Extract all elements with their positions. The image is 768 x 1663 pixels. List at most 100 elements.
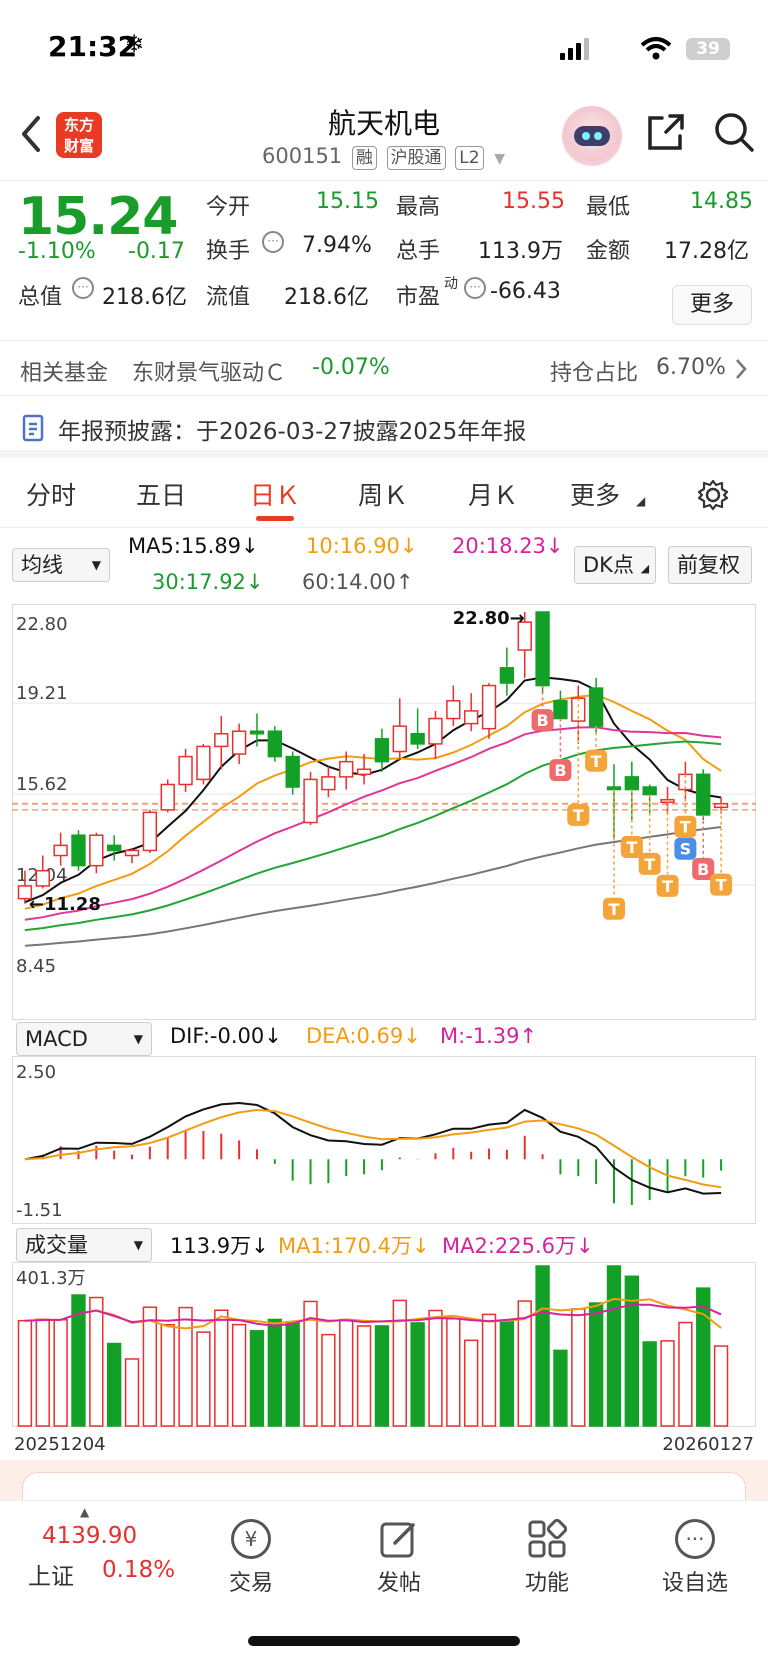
search-icon[interactable] <box>712 110 756 154</box>
signal-icon <box>560 38 589 60</box>
stock-code-row: 600151 融 沪股通 L2 ▼ <box>262 144 505 170</box>
volume-bar <box>142 1306 158 1427</box>
candle-body <box>463 710 479 725</box>
open-label: 今开 <box>206 195 251 220</box>
x-end-label: 20260127 <box>662 1434 754 1455</box>
grid-icon <box>528 1519 567 1558</box>
holding-label: 持仓占比 <box>550 361 639 386</box>
candle-body <box>356 768 372 776</box>
caret-down-icon[interactable]: ▼ <box>494 151 505 167</box>
candle-body <box>267 730 283 758</box>
gear-icon[interactable] <box>696 478 730 512</box>
signal-label: T <box>626 838 637 857</box>
volume-bar <box>196 1331 211 1427</box>
notice-row[interactable]: 年报预披露：于2026-03-27披露2025年年报 <box>0 396 768 458</box>
candle-body <box>321 776 336 791</box>
candle-body <box>53 844 68 857</box>
volume-bar <box>89 1296 104 1427</box>
vol-value: 113.9万↓ <box>170 1234 269 1258</box>
volume-select[interactable]: 成交量 ▼ <box>16 1228 152 1262</box>
related-fund-row[interactable]: 相关基金 东财景气驱动Ｃ -0.07% 持仓占比 6.70% <box>0 340 768 396</box>
signal-label: T <box>662 877 673 896</box>
candle-body <box>588 687 604 727</box>
volume-bar <box>178 1306 193 1427</box>
vol-ma1-value: MA1:170.4万↓ <box>278 1234 430 1258</box>
turnover-label: 换手 <box>206 239 251 264</box>
active-tab-indicator <box>256 516 294 521</box>
quote-panel: 15.24 -1.10% -0.17 今开 15.15 最高 15.55 最低 … <box>0 180 768 340</box>
float-value: 218.6亿 <box>284 285 369 310</box>
volume-bar <box>106 1342 122 1427</box>
caret-up-icon[interactable]: ▲ <box>80 1505 89 1519</box>
tab-intraday[interactable]: 分时 <box>26 476 76 512</box>
candle-body <box>106 844 122 852</box>
candle-body <box>71 834 86 867</box>
status-bar: 21:32 ❄ 39 <box>0 0 768 96</box>
caret-down-icon: ▼ <box>91 558 101 572</box>
kline-chart[interactable]: 22.8019.2115.6212.048.4522.80→←11.28BBTT… <box>12 604 756 1020</box>
tab-daily-k[interactable]: 日Ｋ <box>250 476 300 512</box>
holding-value: 6.70% <box>656 355 726 380</box>
candle-body <box>249 730 265 735</box>
mktcap-label: 总值 <box>18 285 63 310</box>
wifi-icon <box>640 37 672 60</box>
ma-select[interactable]: 均线 ▼ <box>12 548 110 582</box>
tab-monthly-k[interactable]: 月Ｋ <box>468 476 518 512</box>
assistant-avatar[interactable] <box>562 106 622 166</box>
volume-bar <box>553 1349 568 1427</box>
info-icon[interactable]: ··· <box>464 277 486 299</box>
ma-line-ma20 <box>24 726 722 921</box>
candle-body <box>231 730 247 755</box>
add-watchlist-button[interactable]: ··· 设自选 <box>640 1519 750 1597</box>
more-button[interactable]: 更多 <box>672 285 752 325</box>
volume-bar <box>160 1323 175 1427</box>
pe-label: 市盈 <box>396 285 441 310</box>
high-mark-label: 22.80→ <box>453 608 525 629</box>
tag-connect: 沪股通 <box>386 146 446 170</box>
ma30-value: 30:17.92↓ <box>152 570 264 594</box>
volume-bar <box>231 1323 247 1427</box>
tab-five-day[interactable]: 五日 <box>136 476 186 512</box>
ma10-value: 10:16.90↓ <box>306 534 418 558</box>
share-icon[interactable] <box>646 112 686 152</box>
signal-label: T <box>716 876 727 895</box>
volume-chart[interactable]: 401.3万 20251204 20260127 <box>12 1262 756 1458</box>
candle-body <box>142 811 158 852</box>
adjust-button[interactable]: 前复权 <box>668 546 752 584</box>
volume-bar <box>124 1358 140 1427</box>
trade-button[interactable]: ¥ 交易 <box>196 1519 306 1597</box>
volume-bar <box>535 1265 550 1427</box>
index-value[interactable]: 4139.90 <box>42 1523 137 1549</box>
pe-value: -66.43 <box>490 279 561 304</box>
volume-bar <box>285 1320 300 1427</box>
volume-bar <box>339 1318 354 1427</box>
post-button[interactable]: 发帖 <box>344 1519 454 1597</box>
info-icon[interactable]: ··· <box>72 277 94 299</box>
index-name[interactable]: 上证 <box>28 1557 74 1591</box>
dots-icon: ··· <box>675 1519 715 1559</box>
volume-bar <box>428 1309 443 1427</box>
dk-point-button[interactable]: DK点 ◢ <box>574 546 656 584</box>
candle-body <box>642 786 657 796</box>
dif-value: DIF:-0.00↓ <box>170 1024 282 1048</box>
info-icon[interactable]: ··· <box>262 231 284 253</box>
function-button[interactable]: 功能 <box>492 1519 602 1597</box>
volume-bar <box>499 1319 515 1427</box>
candle-body <box>499 667 515 684</box>
candle-body <box>89 834 104 867</box>
signal-label: B <box>536 711 548 730</box>
y-tick-label: 8.45 <box>16 956 56 977</box>
index-change[interactable]: 0.18% <box>102 1557 175 1583</box>
caret-down-icon: ▼ <box>133 1032 143 1046</box>
pe-sup: 动 <box>444 276 458 292</box>
tab-weekly-k[interactable]: 周Ｋ <box>358 476 408 512</box>
ma-line-ma60 <box>24 826 722 947</box>
tab-more[interactable]: 更多 <box>570 476 620 512</box>
volume-bar <box>463 1339 479 1427</box>
macd-chart[interactable]: 2.50 -1.51 <box>12 1056 756 1224</box>
m-value: M:-1.39↑ <box>440 1024 538 1048</box>
fund-name: 东财景气驱动Ｃ <box>132 361 287 386</box>
candle-body <box>481 684 497 730</box>
candle-body <box>696 773 711 816</box>
macd-select[interactable]: MACD ▼ <box>16 1022 152 1056</box>
